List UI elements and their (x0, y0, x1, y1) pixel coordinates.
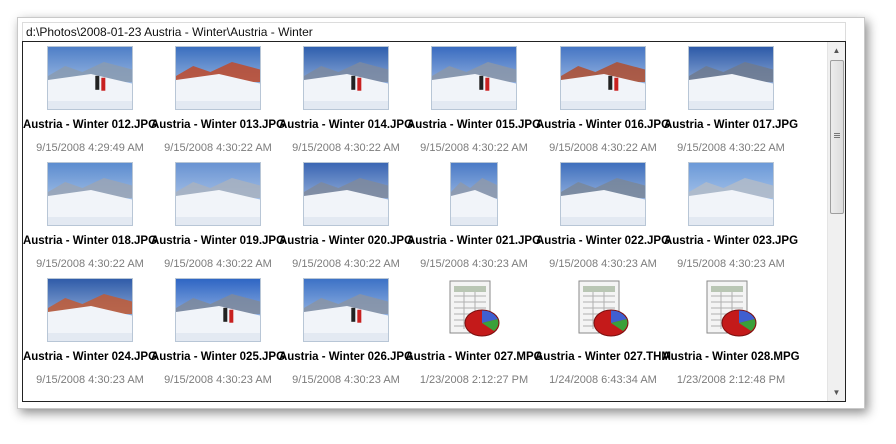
photo-thumbnail[interactable] (47, 278, 133, 342)
scroll-down-arrow-icon[interactable]: ▼ (828, 384, 845, 401)
thumbnail-item[interactable]: Austria - Winter 026.JPG 9/15/2008 4:30:2… (279, 278, 413, 394)
photo-thumbnail[interactable] (303, 46, 389, 110)
file-name-label: Austria - Winter 015.JPG (406, 119, 542, 131)
file-name-label: Austria - Winter 019.JPG (150, 235, 286, 247)
photo-thumbnail[interactable] (450, 162, 498, 226)
file-date-label: 9/15/2008 4:29:49 AM (36, 142, 144, 154)
file-name-label: Austria - Winter 028.MPG (662, 351, 800, 363)
spreadsheet-chart-file-icon[interactable] (703, 279, 759, 341)
grip-line (834, 135, 840, 136)
file-date-label: 9/15/2008 4:30:23 AM (549, 258, 657, 270)
photo-thumbnail[interactable] (560, 162, 646, 226)
photo-thumbnail[interactable] (175, 46, 261, 110)
thumbnail-item[interactable]: Austria - Winter 021.JPG 9/15/2008 4:30:2… (407, 162, 541, 278)
file-name-label: Austria - Winter 021.JPG (406, 235, 542, 247)
thumbnail-item[interactable]: Austria - Winter 025.JPG 9/15/2008 4:30:2… (151, 278, 285, 394)
photo-thumbnail[interactable] (688, 162, 774, 226)
photo-thumbnail[interactable] (431, 46, 517, 110)
file-date-label: 9/15/2008 4:30:22 AM (677, 142, 785, 154)
thumbnail-item[interactable]: Austria - Winter 027.THM 1/24/2008 6:43:3… (535, 278, 671, 394)
file-name-label: Austria - Winter 018.JPG (22, 235, 158, 247)
thumbnail-view[interactable]: Austria - Winter 012.JPG 9/15/2008 4:29:4… (22, 41, 846, 402)
file-date-label: 9/15/2008 4:30:23 AM (420, 258, 528, 270)
file-date-label: 9/15/2008 4:30:22 AM (292, 142, 400, 154)
file-date-label: 9/15/2008 4:30:22 AM (549, 142, 657, 154)
file-name-label: Austria - Winter 027.MPG (405, 351, 543, 363)
scrollbar-thumb[interactable] (830, 60, 844, 214)
thumbnail-item[interactable]: Austria - Winter 027.MPG 1/23/2008 2:12:2… (405, 278, 543, 394)
file-date-label: 1/23/2008 2:12:48 PM (676, 374, 786, 386)
thumbnail-item[interactable]: Austria - Winter 015.JPG 9/15/2008 4:30:2… (407, 46, 541, 162)
photo-thumbnail[interactable] (303, 162, 389, 226)
file-name-label: Austria - Winter 020.JPG (278, 235, 414, 247)
file-name-label: Austria - Winter 016.JPG (535, 119, 671, 131)
file-name-label: Austria - Winter 017.JPG (663, 119, 799, 131)
file-name-label: Austria - Winter 024.JPG (22, 351, 158, 363)
vertical-scrollbar[interactable]: ▲ ▼ (827, 42, 845, 401)
file-date-label: 1/24/2008 6:43:34 AM (549, 374, 657, 386)
photo-thumbnail[interactable] (175, 278, 261, 342)
thumbnail-grid: Austria - Winter 012.JPG 9/15/2008 4:29:4… (23, 42, 828, 401)
thumbnail-item[interactable]: Austria - Winter 012.JPG 9/15/2008 4:29:4… (23, 46, 157, 162)
thumbnail-item[interactable]: Austria - Winter 013.JPG 9/15/2008 4:30:2… (151, 46, 285, 162)
photo-thumbnail[interactable] (47, 46, 133, 110)
file-date-label: 9/15/2008 4:30:22 AM (164, 258, 272, 270)
file-date-label: 9/15/2008 4:30:23 AM (292, 374, 400, 386)
folder-path-bar[interactable]: d:\Photos\2008-01-23 Austria - Winter\Au… (22, 22, 846, 41)
thumbnail-item[interactable]: Austria - Winter 019.JPG 9/15/2008 4:30:2… (151, 162, 285, 278)
file-date-label: 9/15/2008 4:30:23 AM (164, 374, 272, 386)
grip-line (834, 133, 840, 134)
file-name-label: Austria - Winter 027.THM (534, 351, 671, 363)
file-name-label: Austria - Winter 012.JPG (22, 119, 158, 131)
file-date-label: 1/23/2008 2:12:27 PM (419, 374, 529, 386)
thumbnail-item[interactable]: Austria - Winter 018.JPG 9/15/2008 4:30:2… (23, 162, 157, 278)
file-name-label: Austria - Winter 025.JPG (150, 351, 286, 363)
grip-line (834, 137, 840, 138)
thumbnail-item[interactable]: Austria - Winter 024.JPG 9/15/2008 4:30:2… (23, 278, 157, 394)
thumbnail-item[interactable]: Austria - Winter 028.MPG 1/23/2008 2:12:4… (662, 278, 800, 394)
thumbnail-item[interactable]: Austria - Winter 017.JPG 9/15/2008 4:30:2… (664, 46, 798, 162)
thumbnail-item[interactable]: Austria - Winter 020.JPG 9/15/2008 4:30:2… (279, 162, 413, 278)
file-name-label: Austria - Winter 026.JPG (278, 351, 414, 363)
file-name-label: Austria - Winter 014.JPG (278, 119, 414, 131)
file-date-label: 9/15/2008 4:30:22 AM (164, 142, 272, 154)
photo-thumbnail[interactable] (303, 278, 389, 342)
photo-thumbnail[interactable] (47, 162, 133, 226)
thumbnail-item[interactable]: Austria - Winter 016.JPG 9/15/2008 4:30:2… (536, 46, 670, 162)
file-browser-window: d:\Photos\2008-01-23 Austria - Winter\Au… (17, 17, 865, 409)
file-name-label: Austria - Winter 013.JPG (150, 119, 286, 131)
spreadsheet-chart-file-icon[interactable] (575, 279, 631, 341)
thumbnail-item[interactable]: Austria - Winter 022.JPG 9/15/2008 4:30:2… (536, 162, 670, 278)
file-date-label: 9/15/2008 4:30:23 AM (677, 258, 785, 270)
photo-thumbnail[interactable] (688, 46, 774, 110)
thumbnail-item[interactable]: Austria - Winter 014.JPG 9/15/2008 4:30:2… (279, 46, 413, 162)
photo-thumbnail[interactable] (560, 46, 646, 110)
file-date-label: 9/15/2008 4:30:22 AM (292, 258, 400, 270)
scroll-up-arrow-icon[interactable]: ▲ (828, 42, 845, 59)
file-date-label: 9/15/2008 4:30:22 AM (420, 142, 528, 154)
photo-thumbnail[interactable] (175, 162, 261, 226)
file-date-label: 9/15/2008 4:30:22 AM (36, 258, 144, 270)
spreadsheet-chart-file-icon[interactable] (446, 279, 502, 341)
thumbnail-item[interactable]: Austria - Winter 023.JPG 9/15/2008 4:30:2… (664, 162, 798, 278)
file-date-label: 9/15/2008 4:30:23 AM (36, 374, 144, 386)
file-name-label: Austria - Winter 022.JPG (535, 235, 671, 247)
file-name-label: Austria - Winter 023.JPG (663, 235, 799, 247)
